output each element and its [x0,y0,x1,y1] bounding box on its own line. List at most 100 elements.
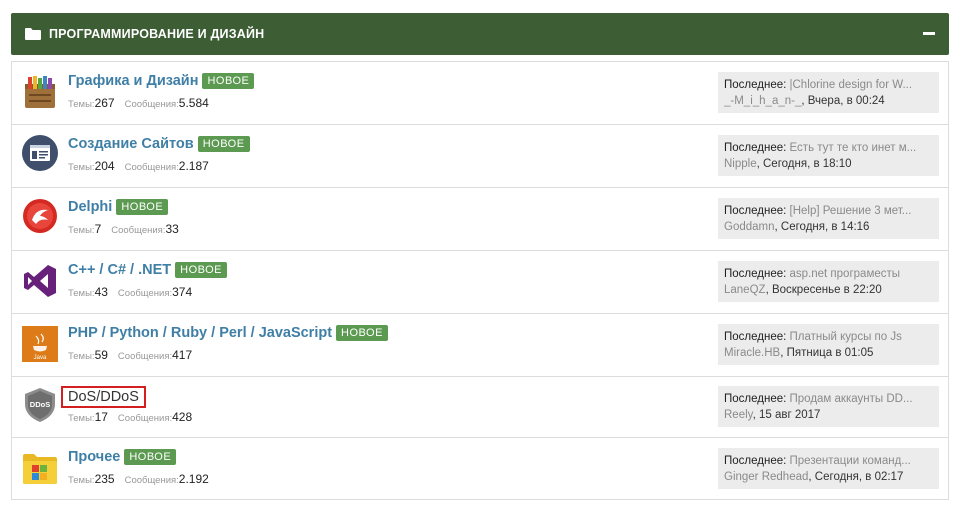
forum-stats: Темы:204 Сообщения:2.187 [68,159,209,173]
folder-icon [25,28,41,40]
delphi-logo-icon [22,198,58,234]
last-post-title[interactable]: Продам аккаунты DD... [790,393,913,405]
last-post: Последнее: |Chlorine design for W... _-M… [718,72,939,113]
messages-label: Сообщения: [124,475,179,486]
forum-title-line: Прочее НОВОЕ [68,449,177,465]
forum-list: Графика и Дизайн НОВОЕ Темы:267 Сообщения… [11,61,949,500]
threads-label: Темы: [68,351,95,362]
minus-icon[interactable] [923,32,935,35]
new-badge: НОВОЕ [116,199,169,215]
svg-text:Java: Java [34,355,47,361]
forum-title-line: PHP / Python / Ruby / Perl / JavaScript … [68,325,388,341]
last-post-label: Последнее: [724,393,787,405]
forum-title-line: Delphi НОВОЕ [68,199,169,215]
forum-link-websites[interactable]: Создание Сайтов [68,136,194,152]
new-badge: НОВОЕ [197,136,250,152]
visual-studio-icon [22,263,58,299]
threads-label: Темы: [68,413,95,424]
last-post-title[interactable]: Презентации команд... [790,455,911,467]
paint-palette-icon [22,74,58,110]
forum-title-line: Графика и Дизайн НОВОЕ [68,73,255,89]
threads-label: Темы: [68,475,95,486]
threads-label: Темы: [68,225,95,236]
threads-label: Темы: [68,288,95,299]
ddos-shield-icon: DDoS [22,387,58,423]
messages-count: 428 [172,410,193,424]
forum-link-delphi[interactable]: Delphi [68,199,112,215]
forum-link-ddos[interactable]: DoS/DDoS [61,386,146,408]
last-post-title[interactable]: [Help] Решение 3 мет... [790,205,912,217]
forum-link-scripting[interactable]: PHP / Python / Ruby / Perl / JavaScript [68,325,332,341]
threads-count: 235 [94,472,115,486]
last-post-user[interactable]: Miracle.HB [724,347,780,359]
forum-title-line: C++ / C# / .NET НОВОЕ [68,262,228,278]
last-post-title[interactable]: Платный курсы по Js [790,331,902,343]
last-post-label: Последнее: [724,331,787,343]
last-post: Последнее: Платный курсы по Js Miracle.H… [718,324,939,365]
last-post-title[interactable]: asp.net програместы [790,268,901,280]
forum-row-scripting: Java PHP / Python / Ruby / Perl / JavaSc… [12,314,948,377]
last-post-time: , Сегодня, в 18:10 [756,158,852,170]
messages-label: Сообщения: [111,225,166,236]
last-post-user[interactable]: Ginger Redhead [724,471,808,483]
forum-title-line: DoS/DDoS [61,386,146,408]
last-post-label: Последнее: [724,205,787,217]
new-badge: НОВОЕ [175,262,228,278]
threads-count: 43 [94,285,108,299]
forum-title-line: Создание Сайтов НОВОЕ [68,136,250,152]
last-post-time: , 15 авг 2017 [752,409,821,421]
last-post-time: , Сегодня, в 02:17 [808,471,904,483]
last-post-user[interactable]: Reely [724,409,753,421]
last-post-user[interactable]: LaneQZ [724,284,766,296]
forum-stats: Темы:7 Сообщения:33 [68,222,179,236]
forum-row-cpp: C++ / C# / .NET НОВОЕ Темы:43 Сообщения:3… [12,251,948,314]
threads-label: Темы: [68,162,95,173]
forum-stats: Темы:59 Сообщения:417 [68,348,192,362]
last-post-time: , Воскресенье в 22:20 [765,284,882,296]
threads-count: 204 [94,159,115,173]
last-post-time: , Вчера, в 00:24 [801,95,885,107]
forum-stats: Темы:235 Сообщения:2.192 [68,472,209,486]
forum-row-delphi: Delphi НОВОЕ Темы:7 Сообщения:33 Последне… [12,188,948,251]
threads-label: Темы: [68,99,95,110]
forum-link-cpp[interactable]: C++ / C# / .NET [68,262,171,278]
forum-row-graphics: Графика и Дизайн НОВОЕ Темы:267 Сообщения… [12,62,948,125]
java-icon: Java [22,326,58,362]
messages-label: Сообщения: [117,288,173,299]
messages-label: Сообщения: [117,351,173,362]
last-post: Последнее: Продам аккаунты DD... Reely, … [718,386,939,427]
last-post: Последнее: [Help] Решение 3 мет... Godda… [718,198,939,239]
last-post: Последнее: asp.net програместы LaneQZ, В… [718,261,939,302]
forum-row-websites: Создание Сайтов НОВОЕ Темы:204 Сообщения:… [12,125,948,188]
last-post-label: Последнее: [724,79,787,91]
last-post: Последнее: Презентации команд... Ginger … [718,448,939,489]
messages-count: 2.187 [178,159,209,173]
messages-count: 33 [165,222,179,236]
last-post-title[interactable]: Есть тут те кто инет м... [790,142,917,154]
messages-label: Сообщения: [124,162,179,173]
threads-count: 267 [94,96,115,110]
threads-count: 7 [94,222,102,236]
forum-stats: Темы:43 Сообщения:374 [68,285,192,299]
threads-count: 59 [94,348,108,362]
svg-text:DDoS: DDoS [30,400,50,409]
messages-label: Сообщения: [117,413,173,424]
category-header[interactable]: ПРОГРАММИРОВАНИЕ И ДИЗАЙН [11,13,949,55]
last-post-label: Последнее: [724,455,787,467]
forum-stats: Темы:17 Сообщения:428 [68,410,192,424]
last-post-user[interactable]: Nipple [724,158,757,170]
new-badge: НОВОЕ [202,73,255,89]
messages-count: 2.192 [178,472,209,486]
messages-count: 374 [172,285,193,299]
last-post-label: Последнее: [724,142,787,154]
messages-count: 5.584 [178,96,209,110]
forum-link-other[interactable]: Прочее [68,449,120,465]
last-post-time: , Сегодня, в 14:16 [774,221,870,233]
forum-link-graphics[interactable]: Графика и Дизайн [68,73,198,89]
last-post-label: Последнее: [724,268,787,280]
last-post-user[interactable]: _-M_i_h_a_n-_ [724,95,801,107]
last-post-title[interactable]: |Chlorine design for W... [790,79,913,91]
last-post: Последнее: Есть тут те кто инет м... Nip… [718,135,939,176]
threads-count: 17 [94,410,108,424]
last-post-user[interactable]: Goddamn [724,221,775,233]
